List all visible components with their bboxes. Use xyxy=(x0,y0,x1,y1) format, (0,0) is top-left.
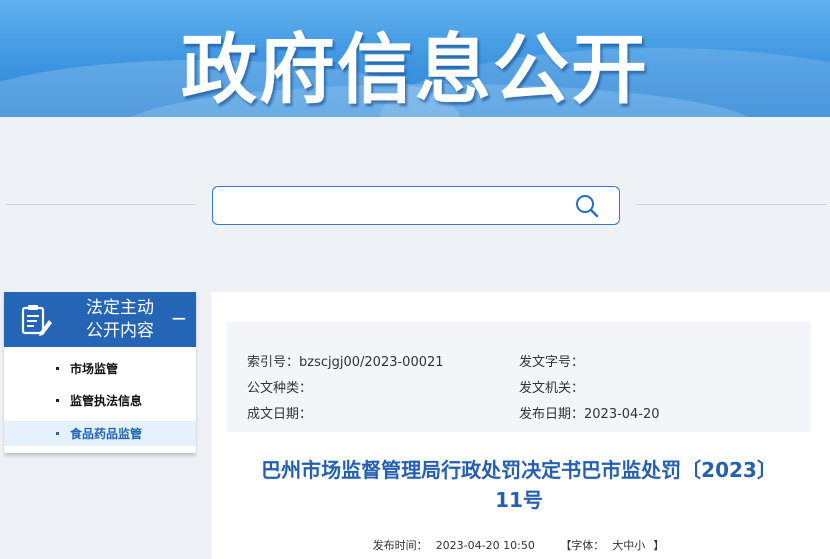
meta-label: 公文种类： xyxy=(247,381,313,396)
meta-label: 发文字号： xyxy=(519,355,585,370)
meta-published-date: 发布日期：2023-04-20 xyxy=(519,403,660,422)
meta-doc-number: 发文字号： xyxy=(519,351,584,370)
meta-created-date: 成文日期： xyxy=(247,403,312,422)
publish-info: 发布时间： 2023-04-20 10:50 【字体： 大中小】 xyxy=(211,537,830,553)
font-size-label: 【字体： 大中小】 xyxy=(556,539,668,552)
document-edit-icon xyxy=(18,302,54,338)
document-title-line: 巴州市场监督管理局行政处罚决定书巴市监处罚〔2023〕 xyxy=(261,458,777,482)
font-size-options[interactable]: 大中小 xyxy=(612,539,645,552)
font-size-open: 【字体： xyxy=(560,539,605,552)
search-icon[interactable] xyxy=(574,193,600,219)
collapse-icon[interactable]: − xyxy=(170,308,188,328)
meta-value: bzscjgj00/2023-00021 xyxy=(299,355,444,370)
search-input[interactable] xyxy=(223,194,563,218)
bullet-icon xyxy=(56,399,59,402)
meta-issuer: 发文机关： xyxy=(519,377,584,396)
document-title-line: 11号 xyxy=(495,488,543,512)
sidebar-item-label: 食品药品监管 xyxy=(70,427,143,441)
bullet-icon xyxy=(56,432,59,435)
sidebar-item-label: 市场监管 xyxy=(70,362,119,376)
sidebar-title-line: 法定主动 xyxy=(86,298,154,318)
content-panel: 索引号：bzscjgj00/2023-00021 发文字号： 公文种类： 发文机… xyxy=(211,292,830,559)
meta-label: 发文机关： xyxy=(519,381,585,396)
search-divider-right xyxy=(636,204,826,205)
meta-category: 公文种类： xyxy=(247,377,312,396)
publish-time-value: 2023-04-20 10:50 xyxy=(435,539,535,552)
meta-index: 索引号：bzscjgj00/2023-00021 xyxy=(247,351,444,370)
banner: 政府信息公开 xyxy=(0,0,830,117)
sidebar-item-food-drug[interactable]: 食品药品监管 xyxy=(4,421,196,446)
sidebar-item-market-supervision[interactable]: 市场监管 xyxy=(4,356,196,381)
search-box xyxy=(212,186,620,225)
metadata-table: 索引号：bzscjgj00/2023-00021 发文字号： 公文种类： 发文机… xyxy=(227,322,811,432)
meta-label: 成文日期： xyxy=(247,407,313,422)
document-title: 巴州市场监督管理局行政处罚决定书巴市监处罚〔2023〕 11号 xyxy=(227,455,811,515)
publish-time-label: 发布时间： xyxy=(372,539,428,552)
sidebar-item-label: 监管执法信息 xyxy=(70,394,143,408)
font-size-close: 】 xyxy=(653,539,665,552)
meta-value: 2023-04-20 xyxy=(584,407,660,422)
sidebar-title-line: 公开内容 xyxy=(86,321,154,341)
sidebar-title: 法定主动 公开内容 xyxy=(68,297,172,343)
meta-label: 索引号： xyxy=(247,355,300,370)
sidebar-item-enforcement-info[interactable]: 监管执法信息 xyxy=(4,388,196,413)
meta-label: 发布日期： xyxy=(519,407,585,422)
search-divider-left xyxy=(6,204,196,205)
bullet-icon xyxy=(56,367,59,370)
sidebar-header[interactable]: 法定主动 公开内容 − xyxy=(4,292,196,347)
banner-title: 政府信息公开 xyxy=(181,25,649,114)
sidebar: 法定主动 公开内容 − 市场监管 监管执法信息 食品药品监管 xyxy=(4,292,196,453)
